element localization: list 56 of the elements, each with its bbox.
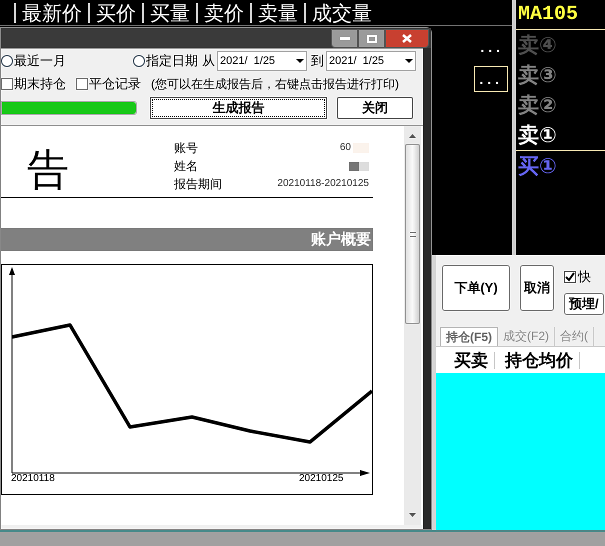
field-label: 账号 xyxy=(174,140,198,157)
maximize-button[interactable] xyxy=(358,29,385,48)
field-label: 报告期间 xyxy=(174,176,222,193)
column-header: 持仓均价 xyxy=(505,352,580,368)
checkbox[interactable] xyxy=(76,78,88,90)
checkbox[interactable] xyxy=(1,78,13,90)
column-header: 买价 xyxy=(88,2,136,22)
column-header: 买卖 xyxy=(454,352,495,368)
column-header: 卖量 xyxy=(250,2,298,22)
order-level: 卖① xyxy=(518,124,557,146)
scroll-up-icon xyxy=(409,134,416,138)
minimize-button[interactable] xyxy=(331,29,358,48)
quote-cell-text: ... xyxy=(479,38,505,56)
scroll-down-icon xyxy=(409,513,416,517)
scrollbar[interactable] xyxy=(404,126,421,525)
preset-button[interactable]: 预埋/ xyxy=(564,292,604,314)
order-level: 卖② xyxy=(518,94,557,116)
cancel-button[interactable]: 取消 xyxy=(520,265,554,311)
order-level: 卖③ xyxy=(518,64,557,86)
order-button[interactable]: 下单(Y) xyxy=(442,265,510,311)
radio-label: 指定日期 xyxy=(146,52,198,70)
tab[interactable]: 持仓(F5) xyxy=(440,327,498,346)
close-button[interactable]: 关闭 xyxy=(337,97,413,119)
column-header: 买量 xyxy=(142,2,190,22)
section-header: 账户概要 xyxy=(1,228,373,251)
order-level: 卖④ xyxy=(518,34,557,56)
checkbox-label: 快 xyxy=(578,268,591,286)
column-header: 最新价 xyxy=(14,2,82,22)
generate-report-button[interactable]: 生成报告 xyxy=(150,97,327,119)
checkbox-label: 期末持仓 xyxy=(14,75,66,94)
axis-label: 20210125 xyxy=(299,474,344,484)
radio-label: 最近一月 xyxy=(14,52,66,70)
order-level: 买① xyxy=(518,156,557,176)
column-header: 成交量 xyxy=(304,2,372,22)
checkbox-label: 平仓记录 xyxy=(89,75,141,94)
from-label: 从 xyxy=(202,52,215,70)
radio-button[interactable] xyxy=(133,55,145,67)
report-title: 告 xyxy=(26,149,70,193)
axis-label: 20210118 xyxy=(11,474,55,484)
dropdown-icon xyxy=(405,59,413,63)
checkbox[interactable] xyxy=(564,270,576,283)
symbol-label: MA105 xyxy=(516,0,605,30)
close-icon xyxy=(402,34,412,43)
field-value: 60 xyxy=(340,141,351,155)
field-value: 20210118-20210125 xyxy=(277,177,369,191)
column-header: 卖价 xyxy=(196,2,244,22)
date-field[interactable]: 2021/ 1/25 xyxy=(326,51,416,71)
date-field[interactable]: 2021/ 1/25 xyxy=(217,51,307,71)
quote-cell: ... xyxy=(474,66,508,92)
redaction-block xyxy=(349,162,369,170)
radio-button[interactable] xyxy=(1,55,13,67)
to-label: 到 xyxy=(311,52,324,70)
close-button[interactable] xyxy=(385,29,429,48)
hint-text: (您可以在生成报告后，右键点击报告进行打印) xyxy=(151,76,399,93)
field-label: 姓名 xyxy=(174,158,198,175)
dropdown-icon xyxy=(296,59,304,63)
